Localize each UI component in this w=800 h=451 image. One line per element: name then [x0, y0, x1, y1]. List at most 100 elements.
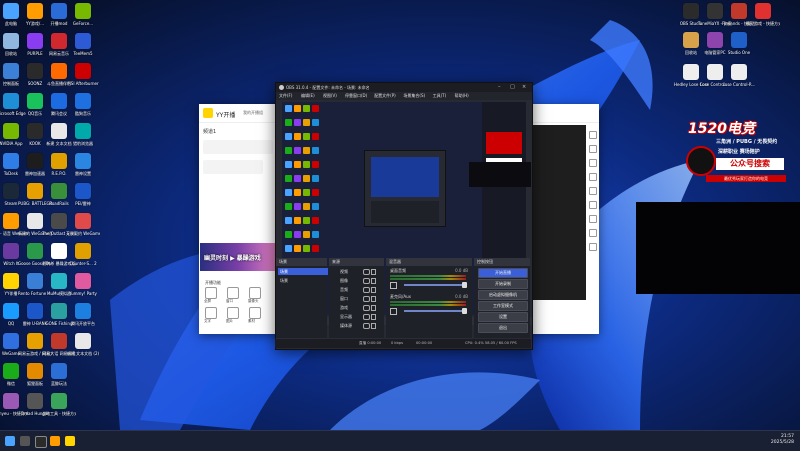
visibility-icon[interactable] [363, 323, 370, 329]
start-icon[interactable] [5, 436, 15, 446]
obs-titlebar[interactable]: OBS 31.0.4 - 配置文件: 未命名 - 场景: 未命名 – □ × [276, 83, 532, 92]
yy-side-tool-icon[interactable] [589, 145, 597, 153]
desktop-shortcut[interactable]: Yummy! Party [66, 273, 100, 296]
preview-icon [285, 203, 292, 210]
yy-tab[interactable]: 我的开播组 [243, 110, 263, 116]
control-button[interactable]: 退出 [478, 323, 528, 333]
yy-side-tool-icon[interactable] [589, 215, 597, 223]
desktop-shortcut[interactable]: 霸灵游戏 - 快捷方式 [746, 3, 780, 26]
control-button[interactable]: 设置 [478, 312, 528, 322]
minimize-icon[interactable]: – [498, 84, 501, 90]
lock-icon[interactable] [371, 269, 376, 275]
source-item[interactable]: 显示器 [331, 313, 381, 320]
speaker-icon[interactable] [390, 308, 397, 315]
visibility-icon[interactable] [363, 287, 370, 293]
desktop-shortcut[interactable]: PEI/雷神 [66, 183, 100, 206]
desktop-shortcut[interactable]: 战略工具 - 快捷方式 [42, 393, 76, 416]
app-icon [27, 93, 43, 109]
search-icon[interactable] [20, 436, 30, 446]
source-item[interactable]: 图像 [331, 277, 381, 284]
app-icon [51, 363, 67, 379]
scene-item[interactable]: 场景 [278, 268, 328, 275]
yy-promo-banner[interactable]: 幽灵时刻 ▶ 暴躁游戏 [200, 243, 276, 271]
obs-menu-item[interactable]: 文件(F) [279, 93, 292, 99]
yy-feature-button[interactable] [249, 287, 261, 299]
yy-feature-button[interactable] [227, 287, 239, 299]
desktop-shortcut[interactable]: Studio One [722, 32, 756, 55]
visibility-icon[interactable] [363, 278, 370, 284]
desktop-shortcut[interactable]: 蓝鲸玩法 [42, 363, 76, 386]
desktop-shortcut[interactable]: GeForce... [66, 3, 100, 26]
app-icon [51, 153, 67, 169]
yy-channel-row[interactable] [203, 140, 273, 154]
lock-icon[interactable] [371, 287, 376, 293]
brand-games: 三角洲 / PUBG / 无畏契约 [716, 139, 778, 145]
yy-broadcast-taskbar-icon[interactable] [65, 436, 75, 446]
desktop-shortcut[interactable]: 新建 文本文档 (2) [66, 333, 100, 356]
desktop-shortcut[interactable]: 腾讯开放平台 [66, 303, 100, 326]
sources-dock: 来源 视频 图像 音频 窗口 游戏 显示器 媒体源 [329, 258, 384, 348]
obs-menu-item[interactable]: 配置文件(P) [374, 93, 396, 99]
lock-icon[interactable] [371, 278, 376, 284]
obs-menu-item[interactable]: 编辑(E) [301, 93, 315, 99]
source-item[interactable]: 游戏 [331, 304, 381, 311]
source-item[interactable]: 音频 [331, 286, 381, 293]
app-icon [75, 153, 91, 169]
yy-feature-button[interactable] [249, 307, 261, 319]
yy-section-title: 频道1 [203, 129, 217, 135]
app-icon [51, 303, 67, 319]
source-item[interactable]: 视频 [331, 268, 381, 275]
lock-icon[interactable] [371, 305, 376, 311]
lock-icon[interactable] [371, 296, 376, 302]
volume-slider[interactable] [404, 282, 467, 288]
yy-side-tool-icon[interactable] [589, 229, 597, 237]
obs-menu-item[interactable]: 工具(T) [433, 93, 447, 99]
yy-taskbar-icon[interactable] [50, 436, 60, 446]
visibility-icon[interactable] [363, 296, 370, 302]
lock-icon[interactable] [371, 314, 376, 320]
visibility-icon[interactable] [363, 314, 370, 320]
scene-item[interactable]: 场景 [278, 277, 328, 284]
clock[interactable]: 21:57 2025/5/28 [771, 434, 794, 446]
yy-channel-row[interactable] [203, 160, 263, 174]
visibility-icon[interactable] [363, 269, 370, 275]
desktop-shortcut[interactable]: 无畏契约 WeGame版 [66, 213, 100, 236]
clock-date: 2025/5/28 [770, 440, 794, 445]
yy-side-tool-icon[interactable] [589, 243, 597, 251]
control-button[interactable]: 启动虚拟摄像机 [478, 290, 528, 300]
yy-feature-button[interactable] [227, 307, 239, 319]
close-icon[interactable]: × [522, 84, 526, 90]
desktop-shortcut[interactable]: 猎豹浏览器 [66, 123, 100, 146]
lock-icon[interactable] [371, 323, 376, 329]
preview-icon [294, 189, 301, 196]
desktop-shortcut[interactable]: Counter-S... 2 [66, 243, 100, 266]
yy-side-tool-icon[interactable] [589, 173, 597, 181]
desktop-shortcut[interactable]: 雷神设置 [66, 153, 100, 176]
desktop-shortcut[interactable]: 酷狗音乐 [66, 93, 100, 116]
source-item[interactable]: 媒体源 [331, 322, 381, 329]
yy-feature-button[interactable] [205, 307, 217, 319]
control-button[interactable]: 开始录制 [478, 279, 528, 289]
desktop-shortcut[interactable]: MSI Afterburner [66, 63, 100, 86]
obs-menu-item[interactable]: 停靠窗口(D) [345, 93, 367, 99]
fps-status: CPU: 0.4% 58.05 / 60.00 FPS [465, 341, 517, 345]
yy-side-tool-icon[interactable] [589, 159, 597, 167]
volume-slider[interactable] [404, 308, 467, 314]
control-button[interactable]: 工作室模式 [478, 301, 528, 311]
obs-menu-item[interactable]: 帮助(H) [455, 93, 469, 99]
yy-side-tool-icon[interactable] [589, 187, 597, 195]
desktop-shortcut-label: 霸灵游戏 - 快捷方式 [746, 21, 780, 26]
desktop-shortcut[interactable]: Lose Control-R... [722, 64, 756, 87]
yy-side-tool-icon[interactable] [589, 201, 597, 209]
obs-taskbar-icon[interactable] [35, 436, 47, 448]
speaker-icon[interactable] [390, 282, 397, 289]
visibility-icon[interactable] [363, 305, 370, 311]
control-button[interactable]: 开始直播 [478, 268, 528, 278]
obs-menu-item[interactable]: 视图(V) [323, 93, 337, 99]
desktop-shortcut[interactable]: TeeMem5 [66, 33, 100, 56]
maximize-icon[interactable]: □ [510, 84, 515, 90]
obs-menu-item[interactable]: 场景集合(S) [403, 93, 425, 99]
yy-side-tool-icon[interactable] [589, 131, 597, 139]
source-item[interactable]: 窗口 [331, 295, 381, 302]
yy-feature-button[interactable] [205, 287, 217, 299]
